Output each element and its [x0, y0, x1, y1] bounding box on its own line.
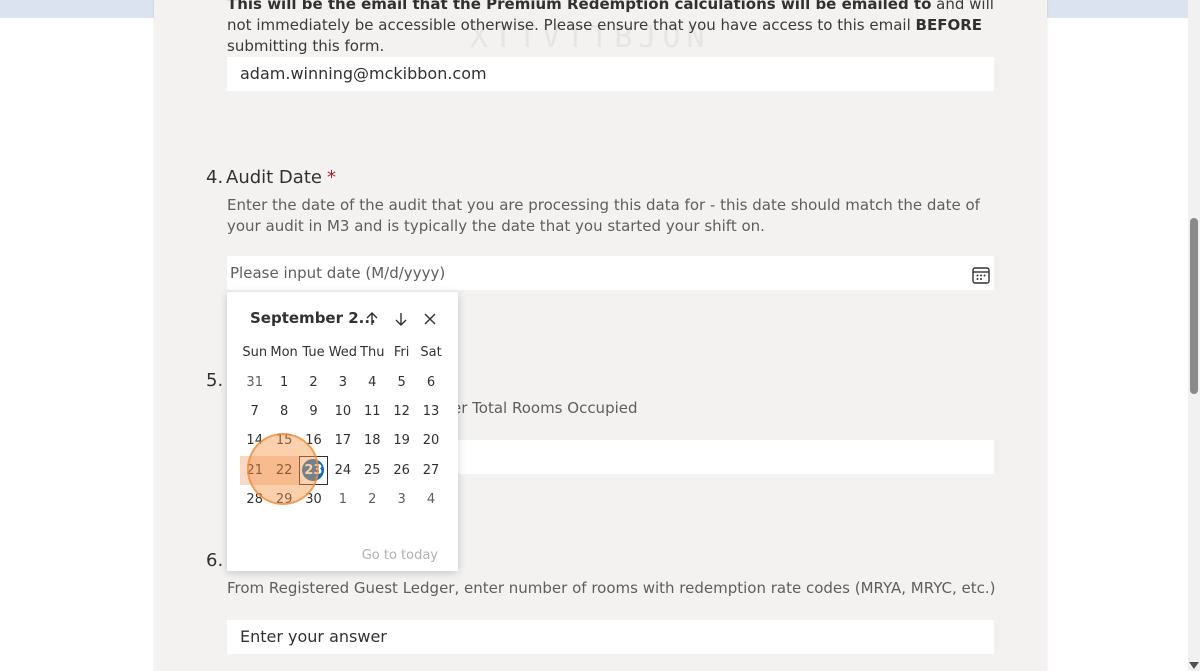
email-desc-bold: This will be the email that the Premium …: [227, 0, 932, 13]
calendar-day[interactable]: 5: [387, 367, 416, 396]
calendar-day[interactable]: 30: [299, 485, 328, 514]
calendar-day[interactable]: 9: [299, 397, 328, 426]
calendar-day[interactable]: 2: [299, 367, 328, 396]
question-5-description: er Total Rooms Occupied: [452, 399, 638, 417]
calendar-day[interactable]: 18: [358, 426, 387, 455]
question-6-number: 6.: [206, 550, 224, 571]
calendar-day[interactable]: 25: [358, 456, 387, 485]
close-icon[interactable]: [419, 308, 441, 330]
email-field[interactable]: adam.winning@mckibbon.com: [227, 57, 994, 91]
calendar-day[interactable]: 2: [358, 485, 387, 514]
go-to-today-link[interactable]: Go to today: [362, 548, 438, 563]
question-4-title-text: Audit Date: [226, 167, 322, 188]
arrow-up-icon[interactable]: [361, 308, 383, 330]
weekday-label: Tue: [302, 345, 325, 361]
calendar-week-row: 7 8 9 10 11 12 13: [240, 397, 446, 426]
calendar-day[interactable]: 20: [416, 426, 445, 455]
calendar-day[interactable]: 24: [328, 456, 357, 485]
calendar-day[interactable]: 17: [328, 426, 357, 455]
month-year-button[interactable]: September 2...: [250, 309, 376, 327]
calendar-day[interactable]: 16: [299, 426, 328, 455]
required-asterisk: *: [326, 167, 336, 188]
question-4-description: Enter the date of the audit that you are…: [227, 196, 980, 235]
audit-date-placeholder: Please input date (M/d/yyyy): [230, 264, 446, 282]
question-4-title: Audit Date *: [226, 167, 336, 188]
calendar-day[interactable]: 3: [328, 367, 357, 396]
calendar-day[interactable]: 29: [269, 485, 298, 514]
calendar-week-row: 31 1 2 3 4 5 6: [240, 367, 446, 396]
calendar-day[interactable]: 28: [240, 485, 269, 514]
page-scrollbar[interactable]: [1188, 0, 1200, 671]
audit-date-input[interactable]: Please input date (M/d/yyyy): [227, 256, 994, 290]
weekday-label: Thu: [360, 345, 385, 361]
calendar-week-row: 21 22 23 24 25 26 27: [240, 455, 446, 485]
calendar-day[interactable]: 7: [240, 397, 269, 426]
calendar-day[interactable]: 4: [416, 485, 445, 514]
weekday-label: Sun: [242, 345, 268, 361]
weekday-label: Wed: [328, 345, 358, 361]
calendar-day[interactable]: 11: [358, 397, 387, 426]
email-question-description: This will be the email that the Premium …: [227, 0, 1007, 57]
calendar-day[interactable]: 13: [416, 397, 445, 426]
question-6-placeholder: Enter your answer: [240, 627, 387, 646]
calendar-grid: Sun Mon Tue Wed Thu Fri Sat 31 1 2 3 4 5 6 7 8 9 10 11 12…: [240, 338, 446, 514]
calendar-day[interactable]: 12: [387, 397, 416, 426]
calendar-day[interactable]: 4: [358, 367, 387, 396]
weekday-label: Sat: [420, 345, 442, 361]
calendar-day[interactable]: 10: [328, 397, 357, 426]
calendar-day[interactable]: 22: [269, 455, 299, 485]
question-4-number: 4.: [206, 167, 224, 188]
date-picker-popup: September 2... Sun Mon Tue Wed Thu Fri Sat 31 1…: [227, 292, 458, 571]
email-desc-bold2: BEFORE: [915, 16, 983, 34]
calendar-day[interactable]: 1: [269, 367, 298, 396]
calendar-day[interactable]: 27: [416, 456, 445, 485]
calendar-day[interactable]: 3: [387, 485, 416, 514]
calendar-icon[interactable]: [971, 263, 991, 284]
calendar-day[interactable]: 1: [328, 485, 357, 514]
arrow-down-icon[interactable]: [390, 308, 412, 330]
calendar-day[interactable]: 19: [387, 426, 416, 455]
calendar-day[interactable]: 26: [387, 456, 416, 485]
weekday-label: Mon: [270, 345, 298, 361]
question-6-description: From Registered Guest Ledger, enter numb…: [227, 579, 996, 597]
calendar-day[interactable]: 6: [416, 367, 445, 396]
calendar-day-selected[interactable]: 23: [298, 455, 329, 485]
calendar-day[interactable]: 14: [240, 426, 269, 455]
calendar-day[interactable]: 8: [269, 397, 298, 426]
question-5-number: 5.: [206, 370, 224, 391]
question-6-input[interactable]: Enter your answer: [227, 620, 994, 654]
scroll-down-arrow-icon[interactable]: [1189, 662, 1199, 669]
email-field-value: adam.winning@mckibbon.com: [240, 64, 487, 83]
calendar-week-row: 14 15 16 17 18 19 20: [240, 426, 446, 455]
scrollbar-thumb[interactable]: [1190, 218, 1198, 394]
calendar-day[interactable]: 31: [240, 367, 269, 396]
calendar-day[interactable]: 21: [240, 455, 270, 485]
calendar-week-row: 28 29 30 1 2 3 4: [240, 485, 446, 514]
calendar-day[interactable]: 15: [269, 426, 298, 455]
weekday-label: Fri: [393, 345, 410, 361]
weekday-header-row: Sun Mon Tue Wed Thu Fri Sat: [240, 338, 446, 367]
email-desc-end: submitting this form.: [227, 37, 385, 55]
